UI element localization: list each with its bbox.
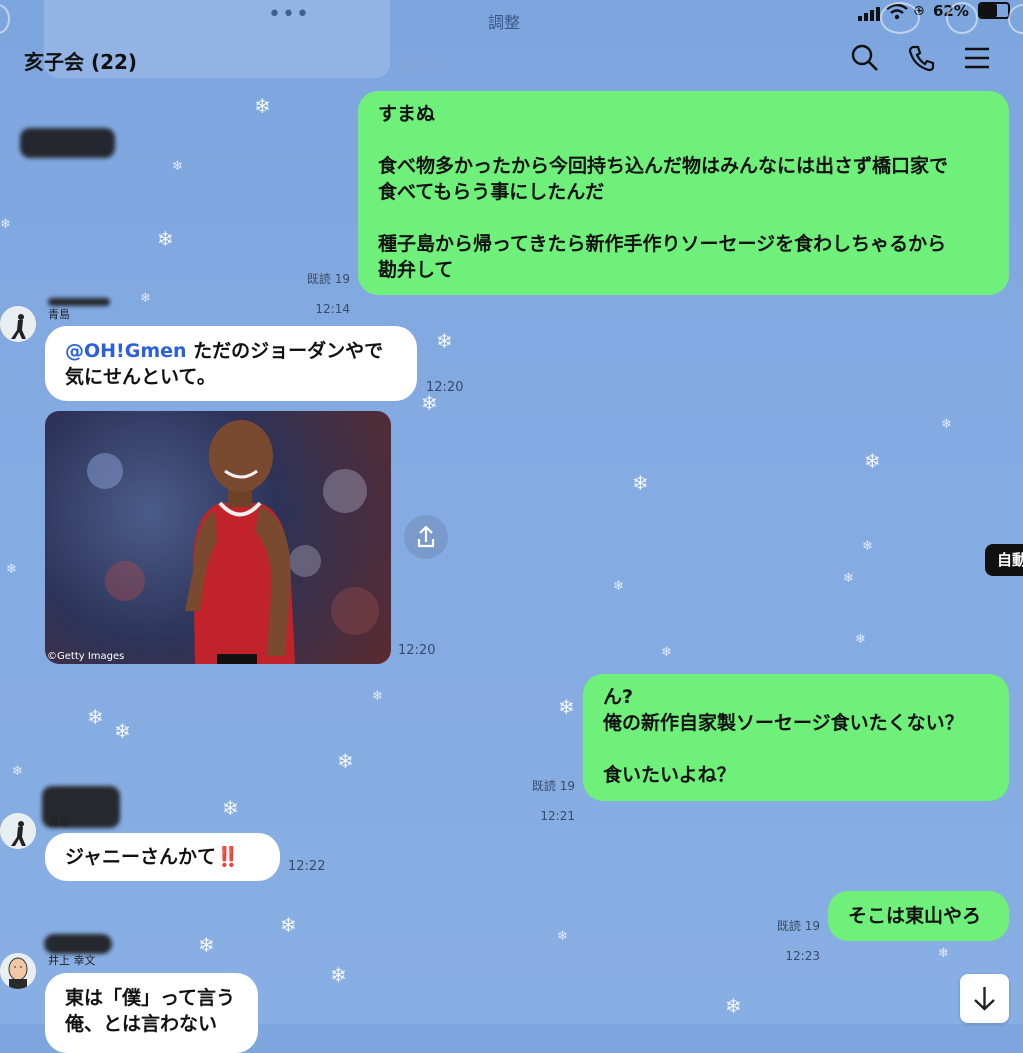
status-title: 調整 [488,13,521,32]
message-time: 12:14 [315,302,350,316]
photo-message[interactable]: ©Getty Images [45,411,391,664]
read-receipt: 既読 19 12:14 [296,257,350,332]
battery-icon [978,2,1010,19]
side-tab-label: 自動 [997,551,1023,569]
read-count: 既読 19 [306,272,350,286]
share-icon [417,525,435,548]
message-time: 12:21 [540,809,575,823]
outgoing-message-bubble[interactable]: ん? 俺の新作自家製ソーセージ食いたくない？ 食いたいよね？ [583,674,1009,801]
chat-title: 亥子会 (22) [24,50,138,74]
message-time: 12:23 [785,949,820,963]
sender-name: 青島 [48,308,70,321]
read-receipt: 既読 19 12:23 [766,904,820,979]
read-count: 既読 19 [531,779,575,793]
avatar[interactable] [0,813,36,849]
side-tab[interactable]: 自動 [985,544,1023,576]
eye-icon[interactable] [880,2,920,34]
message-text: ジャニーさんかて [65,846,217,868]
phone-icon[interactable] [908,44,936,76]
arrow-down-icon [974,987,995,1011]
search-icon[interactable] [851,44,879,76]
avatar[interactable] [0,306,36,342]
avatar[interactable] [0,953,36,989]
redacted-mark [44,934,112,954]
multitask-dots-icon[interactable]: ••• [268,2,310,27]
incoming-message-bubble[interactable]: 東は「僕」って言う 俺、とは言わない [45,973,258,1053]
incoming-message-bubble[interactable]: ジャニーさんかて‼️ [45,833,280,881]
overlay-circle-icon[interactable] [1008,4,1023,34]
ghost-time: 11:14 [399,58,437,73]
player-photo [87,420,379,664]
photo-credit: ©Getty Images [47,651,125,662]
read-receipt: 既読 19 12:21 [521,764,575,839]
message-time: 12:22 [288,859,326,874]
menu-icon[interactable] [964,46,990,74]
overlay-circle-left-icon[interactable] [0,4,10,34]
sender-name: 井上 幸文 [48,954,96,967]
redacted-mark [48,298,110,306]
incoming-message-bubble[interactable]: @OH!Gmen ただのジョーダンやで 気にせんといて。 [45,326,417,401]
scroll-to-bottom-button[interactable] [960,974,1009,1023]
accessibility-icon[interactable] [946,2,978,34]
message-time: 12:20 [398,643,436,658]
sender-name: 青島 [48,815,70,828]
signal-icon [858,6,882,25]
mention-link[interactable]: @OH!Gmen [65,340,187,362]
double-exclamation-emoji: ‼️ [216,846,240,868]
redacted-mark [20,128,115,158]
read-count: 既読 19 [776,919,820,933]
outgoing-message-bubble[interactable]: すまぬ 食べ物多かったから今回持ち込んだ物はみんなには出さず橋口家で 食べてもら… [358,91,1009,295]
outgoing-message-bubble[interactable]: そこは東山やろ [828,891,1009,941]
message-time: 12:20 [426,380,464,395]
share-button[interactable] [404,515,448,559]
